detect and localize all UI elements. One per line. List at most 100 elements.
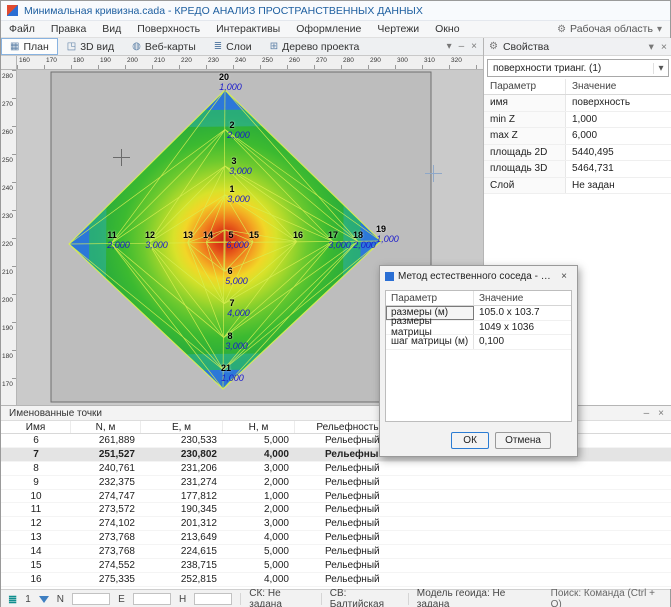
geoid-model-status[interactable]: Модель геоида: Не задана xyxy=(417,588,535,607)
tab-3D вид[interactable]: ◳3D вид xyxy=(58,38,123,55)
minimize-icon[interactable]: – xyxy=(459,41,465,52)
column-header[interactable]: Имя xyxy=(1,421,71,433)
close-icon[interactable]: × xyxy=(661,41,667,53)
properties-rows: имяповерхностьmin Z1,000max Z6,000площад… xyxy=(484,95,671,194)
column-param: Параметр xyxy=(386,291,474,305)
dialog-row[interactable]: шаг матрицы (м)0,100 xyxy=(386,335,571,350)
menu-item[interactable]: Оформление xyxy=(288,23,369,35)
chevron-down-icon[interactable]: ▾ xyxy=(447,41,452,52)
layers-icon[interactable]: ≣ xyxy=(8,593,17,606)
dialog-table-header: Параметр Значение xyxy=(386,291,571,306)
property-row[interactable]: min Z1,000 xyxy=(484,112,671,129)
wrench-icon: ⚙ xyxy=(489,41,498,52)
property-row[interactable]: СлойНе задан xyxy=(484,178,671,195)
n-coordinate-field[interactable] xyxy=(72,593,110,605)
property-row[interactable]: имяповерхность xyxy=(484,95,671,112)
menu-item[interactable]: Файл xyxy=(1,23,43,35)
app-window: Минимальная кривизна.cada - КРЕДО АНАЛИЗ… xyxy=(0,0,671,607)
object-selector-dropdown[interactable]: поверхности трианг. (1) ▾ xyxy=(487,59,669,77)
command-search[interactable]: Поиск: Команда (Ctrl + Q) xyxy=(551,588,663,607)
menu-item[interactable]: Окно xyxy=(427,23,467,35)
table-row[interactable]: 14273,768224,6155,000Рельефный xyxy=(1,545,671,559)
menu-items: ФайлПравкаВидПоверхностьИнтерактивыОформ… xyxy=(1,23,468,35)
ok-button[interactable]: ОК xyxy=(451,432,489,449)
view-tabs: ▦План◳3D вид◍Веб-карты≣Слои⊞Дерево проек… xyxy=(1,38,483,56)
ruler-corner xyxy=(1,56,17,70)
close-icon[interactable]: × xyxy=(556,271,572,282)
crosshair-marker xyxy=(425,165,442,182)
crosshair-marker xyxy=(113,149,130,166)
titlebar: Минимальная кривизна.cada - КРЕДО АНАЛИЗ… xyxy=(1,1,670,21)
ruler-horizontal: 1601701801902002102202302402502602702802… xyxy=(17,56,483,70)
status-bar: ≣ 1 N E H СК: Не задана СВ: Балтийская М… xyxy=(1,589,670,607)
cancel-button[interactable]: Отмена xyxy=(495,432,551,449)
properties-header: ⚙ Свойства ▾ × xyxy=(484,38,671,56)
column-header[interactable]: N, м xyxy=(71,421,141,433)
menubar: ФайлПравкаВидПоверхностьИнтерактивыОформ… xyxy=(1,21,670,38)
table-row[interactable]: 9232,375231,2742,000Рельефный xyxy=(1,476,671,490)
dialog-icon xyxy=(385,272,394,281)
object-selector-value: поверхности трианг. (1) xyxy=(493,63,601,74)
gear-icon: ⚙ xyxy=(557,24,566,35)
table-row[interactable]: 11273,572190,3452,000Рельефный xyxy=(1,503,671,517)
menu-item[interactable]: Чертежи xyxy=(369,23,427,35)
workspace-switcher[interactable]: ⚙ Рабочая область ▾ xyxy=(557,23,670,35)
combo-arrow-icon: ▾ xyxy=(653,63,668,74)
layer-count: 1 xyxy=(25,594,31,605)
n-label: N xyxy=(57,594,64,605)
table-row[interactable]: 12274,102201,3123,000Рельефный xyxy=(1,517,671,531)
table-row[interactable]: 8240,761231,2063,000Рельефный xyxy=(1,462,671,476)
table-row[interactable]: 15274,552238,7155,000Рельефный xyxy=(1,559,671,573)
tab-Дерево проекта[interactable]: ⊞Дерево проекта xyxy=(261,38,369,55)
tab-Слои[interactable]: ≣Слои xyxy=(205,38,261,55)
grid-icon: ▦ xyxy=(10,41,19,52)
dialog-rows: размеры (м)105.0 x 103.7размеры матрицы1… xyxy=(386,306,571,350)
e-label: E xyxy=(118,594,125,605)
menu-item[interactable]: Интерактивы xyxy=(208,23,288,35)
natural-neighbor-dialog: Метод естественного соседа - КРЕДО АНАЛИ… xyxy=(379,265,578,457)
close-icon[interactable]: × xyxy=(658,408,664,419)
menu-item[interactable]: Правка xyxy=(43,23,94,35)
tab-list: ▦План◳3D вид◍Веб-карты≣Слои⊞Дерево проек… xyxy=(1,38,368,55)
workspace-label: Рабочая область xyxy=(570,23,653,35)
properties-table-header: Параметр Значение xyxy=(484,79,671,95)
h-coordinate-field[interactable] xyxy=(194,593,232,605)
minimize-icon[interactable]: – xyxy=(644,408,650,419)
chevron-down-icon: ▾ xyxy=(657,24,662,35)
dialog-titlebar[interactable]: Метод естественного соседа - КРЕДО АНАЛИ… xyxy=(380,266,577,286)
property-row[interactable]: max Z6,000 xyxy=(484,128,671,145)
column-header[interactable]: H, м xyxy=(223,421,295,433)
column-header[interactable]: E, м xyxy=(141,421,223,433)
divider xyxy=(321,593,322,605)
close-icon[interactable]: × xyxy=(471,41,477,52)
filter-icon[interactable] xyxy=(39,596,49,603)
table-row[interactable]: 13273,768213,6494,000Рельефный xyxy=(1,531,671,545)
dialog-table: Параметр Значение размеры (м)105.0 x 103… xyxy=(385,290,572,422)
properties-title: Свойства xyxy=(503,41,549,53)
h-label: H xyxy=(179,594,186,605)
dialog-title: Метод естественного соседа - КРЕДО АНАЛИ… xyxy=(398,271,552,282)
table-row[interactable]: 10274,747177,8121,000Рельефный xyxy=(1,490,671,504)
cube-icon: ◳ xyxy=(67,41,76,52)
chevron-down-icon[interactable]: ▾ xyxy=(649,41,654,53)
property-row[interactable]: площадь 2D5440,495 xyxy=(484,145,671,162)
height-system-status[interactable]: СВ: Балтийская xyxy=(330,588,400,607)
divider xyxy=(408,593,409,605)
menu-item[interactable]: Поверхность xyxy=(129,23,208,35)
tab-Веб-карты[interactable]: ◍Веб-карты xyxy=(123,38,205,55)
coordinate-system-status[interactable]: СК: Не задана xyxy=(249,588,313,607)
menu-item[interactable]: Вид xyxy=(94,23,129,35)
e-coordinate-field[interactable] xyxy=(133,593,171,605)
table-row[interactable]: 16275,335252,8154,000Рельефный xyxy=(1,573,671,587)
app-icon xyxy=(7,5,18,16)
dialog-row[interactable]: размеры матрицы1049 x 1036 xyxy=(386,321,571,336)
tab-План[interactable]: ▦План xyxy=(1,38,58,55)
globe-icon: ◍ xyxy=(132,41,141,52)
ruler-vertical: 280270260250240230220210200190180170 xyxy=(1,70,17,405)
property-row[interactable]: площадь 3D5464,731 xyxy=(484,161,671,178)
column-value: Значение xyxy=(566,81,671,92)
window-title: Минимальная кривизна.cada - КРЕДО АНАЛИЗ… xyxy=(24,5,423,17)
column-param: Параметр xyxy=(484,79,566,94)
layers-icon: ≣ xyxy=(214,41,222,52)
column-value: Значение xyxy=(474,293,571,304)
